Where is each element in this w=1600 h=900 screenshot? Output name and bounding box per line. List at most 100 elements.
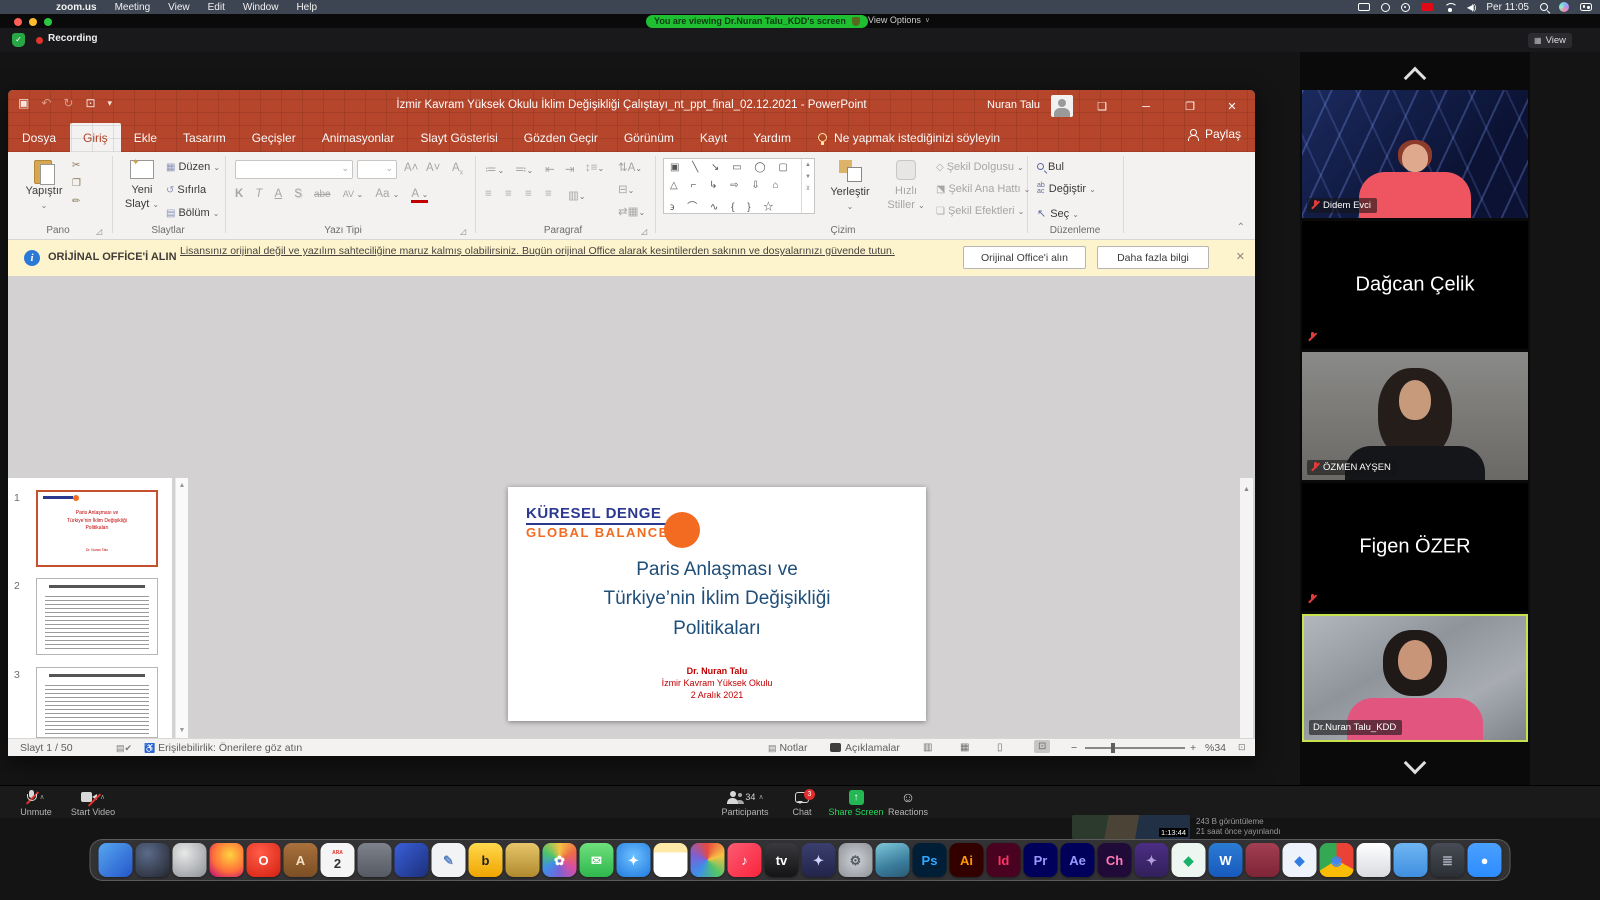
tab-gecisler[interactable]: Geçişler bbox=[239, 123, 309, 152]
share-button[interactable]: Paylaş bbox=[1187, 127, 1241, 141]
undo-button[interactable]: ↶ bbox=[41, 96, 51, 110]
yazitipi-dialog-launcher[interactable]: ◿ bbox=[460, 227, 466, 236]
strikethrough-button[interactable]: abe bbox=[314, 189, 331, 200]
paste-button[interactable]: Yapıştır⌄ bbox=[22, 158, 66, 213]
menubar-clock[interactable]: Per 11:05 bbox=[1486, 2, 1529, 13]
account-avatar[interactable] bbox=[1051, 95, 1073, 117]
copy-button[interactable]: ❐ bbox=[72, 178, 81, 189]
justify-button[interactable]: ≡ bbox=[545, 188, 552, 200]
dock-app-maroon[interactable] bbox=[1246, 843, 1280, 877]
zoom-in-button[interactable]: + bbox=[1190, 742, 1196, 754]
shape-outline-button[interactable]: ⬔Şekil Ana Hattı ⌄ bbox=[936, 183, 1030, 195]
tab-tasarim[interactable]: Tasarım bbox=[170, 123, 239, 152]
underline-button[interactable]: A bbox=[274, 188, 282, 200]
dock-app-gray[interactable] bbox=[358, 843, 392, 877]
participant-tile-nuran-talu[interactable]: Dr.Nuran Talu_KDD bbox=[1302, 614, 1528, 742]
volume-icon[interactable]: ◀)) bbox=[1467, 3, 1475, 12]
decrease-indent-button[interactable]: ⇤ bbox=[545, 162, 555, 176]
columns-button[interactable]: ▥⌄ bbox=[568, 188, 586, 202]
siri-icon[interactable] bbox=[1559, 2, 1569, 12]
dock-launchpad[interactable]: ✦ bbox=[802, 843, 836, 877]
pano-dialog-launcher[interactable]: ◿ bbox=[96, 227, 102, 236]
zoom-slider[interactable] bbox=[1085, 747, 1185, 749]
security-shield-icon[interactable]: ✓ bbox=[12, 33, 25, 47]
scroll-participants-down-icon[interactable] bbox=[1404, 752, 1427, 775]
more-info-button[interactable]: Daha fazla bilgi bbox=[1097, 246, 1209, 269]
tell-me-box[interactable]: Ne yapmak istediğinizi söyleyin bbox=[818, 123, 1000, 152]
ppt-restore-button[interactable]: ❐ bbox=[1173, 90, 1207, 123]
dock-music[interactable]: ♪ bbox=[728, 843, 762, 877]
section-button[interactable]: ▤Bölüm ⌄ bbox=[166, 207, 219, 219]
thumb-scroll-up-icon[interactable]: ▲ bbox=[176, 482, 188, 489]
align-text-button[interactable]: ⊟⌄ bbox=[618, 182, 634, 196]
menu-help[interactable]: Help bbox=[296, 2, 317, 13]
bullets-button[interactable]: ≔⌄ bbox=[485, 162, 505, 176]
zoom-slider-thumb[interactable] bbox=[1111, 743, 1115, 753]
line-spacing-button[interactable]: ↕≡⌄ bbox=[585, 162, 604, 174]
tab-dosya[interactable]: Dosya bbox=[8, 123, 70, 152]
tab-slayt-gosterisi[interactable]: Slayt Gösterisi bbox=[407, 123, 510, 152]
format-painter-button[interactable]: ✏ bbox=[72, 196, 81, 207]
slide-thumbnail-3[interactable] bbox=[36, 667, 158, 738]
tab-animasyonlar[interactable]: Animasyonlar bbox=[309, 123, 408, 152]
thumb-scroll-down-icon[interactable]: ▼ bbox=[176, 727, 188, 734]
dock-chrome[interactable]: ◉ bbox=[1320, 843, 1354, 877]
slide-canvas[interactable]: KÜRESEL DENGE GLOBAL BALANCE Paris Anlaş… bbox=[508, 487, 926, 721]
thumbnail-scrollbar[interactable]: ▲ ▼ bbox=[175, 478, 188, 738]
spotlight-search-icon[interactable] bbox=[1540, 3, 1548, 11]
reading-view-button[interactable]: ▯ bbox=[997, 742, 1003, 753]
align-left-button[interactable]: ≡ bbox=[485, 188, 492, 200]
slide-sorter-button[interactable]: ▦ bbox=[960, 742, 969, 753]
dock-bee[interactable]: b bbox=[469, 843, 503, 877]
dock-photoshop[interactable]: Ps bbox=[913, 843, 947, 877]
font-name-combo[interactable] bbox=[235, 160, 353, 179]
save-button[interactable]: ▣ bbox=[18, 96, 29, 110]
dock-indesign[interactable]: Id bbox=[987, 843, 1021, 877]
dock-browser-gray[interactable] bbox=[173, 843, 207, 877]
start-slideshow-button[interactable]: ⊡ bbox=[85, 96, 95, 110]
tab-kayit[interactable]: Kayıt bbox=[687, 123, 740, 152]
dock-premiere[interactable]: Pr bbox=[1024, 843, 1058, 877]
fullscreen-traffic-light[interactable] bbox=[44, 18, 52, 26]
dock-settings[interactable]: ⚙ bbox=[839, 843, 873, 877]
dock-messages[interactable]: ✉ bbox=[580, 843, 614, 877]
bold-button[interactable]: K bbox=[235, 188, 243, 200]
dock-folder[interactable] bbox=[1394, 843, 1428, 877]
dock-after-effects[interactable]: Ae bbox=[1061, 843, 1095, 877]
dock-photos[interactable]: ✿ bbox=[543, 843, 577, 877]
menubar-app-name[interactable]: zoom.us bbox=[56, 2, 97, 13]
align-center-button[interactable]: ≡ bbox=[505, 188, 512, 200]
dock-photos-2[interactable] bbox=[691, 843, 725, 877]
scroll-up-icon[interactable]: ▲ bbox=[1240, 486, 1253, 493]
ppt-close-button[interactable]: ✕ bbox=[1215, 90, 1249, 123]
zoom-out-button[interactable]: − bbox=[1071, 742, 1077, 754]
menubar-app-icon[interactable] bbox=[1401, 3, 1410, 12]
dock-browser-dark[interactable] bbox=[136, 843, 170, 877]
share-screen-button[interactable]: ↑ Share Screen bbox=[822, 789, 890, 817]
dock-firefox[interactable] bbox=[210, 843, 244, 877]
collapse-ribbon-button[interactable]: ⌃ bbox=[1237, 222, 1245, 233]
participant-tile-figen-ozer[interactable]: Figen ÖZER bbox=[1302, 483, 1528, 611]
customize-qat-button[interactable]: ▾ bbox=[108, 98, 113, 109]
fit-to-window-icon[interactable]: ⊡ bbox=[1238, 742, 1246, 753]
dock-safari[interactable]: ✦ bbox=[617, 843, 651, 877]
dock-dictionary[interactable]: A bbox=[284, 843, 318, 877]
slide-thumbnail-2[interactable] bbox=[36, 578, 158, 655]
arrange-button[interactable]: Yerleştir⌄ bbox=[823, 160, 877, 214]
screen-share-status-icon[interactable] bbox=[1358, 3, 1370, 11]
close-traffic-light[interactable] bbox=[14, 18, 22, 26]
dock-illustrator[interactable]: Ai bbox=[950, 843, 984, 877]
increase-indent-button[interactable]: ⇥ bbox=[565, 162, 575, 176]
dock-word[interactable]: W bbox=[1209, 843, 1243, 877]
numbering-button[interactable]: ≕⌄ bbox=[515, 162, 533, 176]
dismiss-warning-icon[interactable]: ✕ bbox=[1236, 250, 1245, 263]
tab-gozden-gecir[interactable]: Gözden Geçir bbox=[511, 123, 611, 152]
text-shadow-button[interactable]: S bbox=[294, 188, 302, 200]
increase-font-button[interactable]: A˄ bbox=[404, 162, 418, 174]
menu-view[interactable]: View bbox=[168, 2, 190, 13]
normal-view-button[interactable]: ▥ bbox=[923, 742, 932, 753]
font-color-button[interactable]: A ⌄ bbox=[411, 188, 428, 203]
redo-button[interactable]: ↻ bbox=[63, 96, 73, 110]
input-language-flag-icon[interactable] bbox=[1421, 3, 1433, 11]
menu-meeting[interactable]: Meeting bbox=[115, 2, 151, 13]
